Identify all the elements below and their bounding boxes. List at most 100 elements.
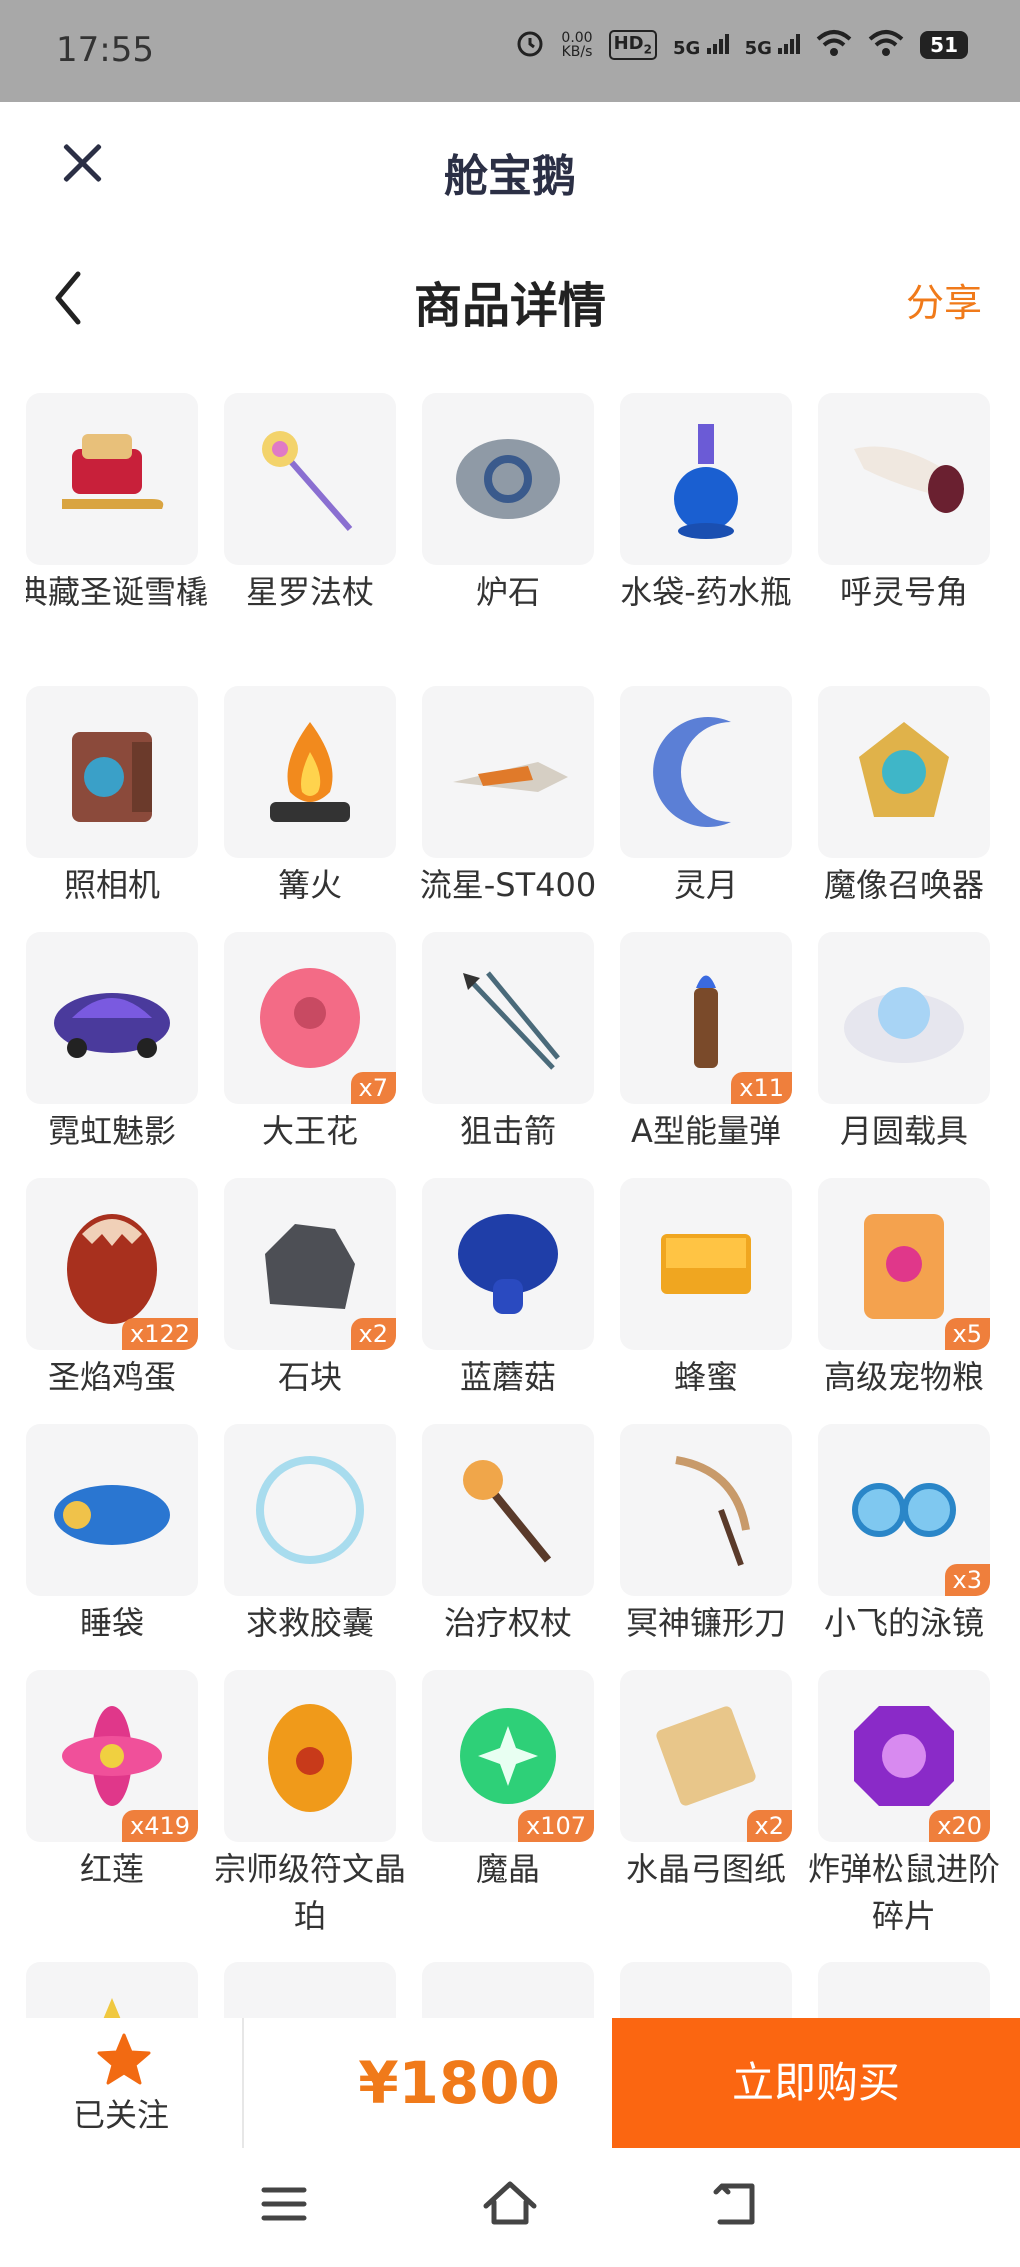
battery-indicator: 51 <box>920 31 968 59</box>
hd-sub: 2 <box>643 42 652 57</box>
home-icon[interactable] <box>480 2174 540 2234</box>
product-item[interactable] <box>818 1962 990 2018</box>
back-nav-icon[interactable] <box>706 2174 766 2234</box>
alarm-icon <box>515 28 545 62</box>
item-thumbnail <box>224 393 396 565</box>
share-button[interactable]: 分享 <box>906 272 982 327</box>
product-item[interactable]: 水袋-药水瓶 <box>620 393 792 616</box>
sleeping-bag-icon <box>54 1485 170 1545</box>
product-item[interactable]: 星罗法杖 <box>224 393 396 616</box>
product-item[interactable]: x11 A型能量弹 <box>620 932 792 1155</box>
item-thumbnail <box>26 932 198 1104</box>
product-item[interactable]: 求救胶囊 <box>224 1424 396 1647</box>
bullet-icon <box>694 975 718 1068</box>
signal-bars-icon <box>778 32 801 54</box>
product-item[interactable]: 魔像召唤器 <box>818 686 990 909</box>
star-icon <box>97 2033 151 2085</box>
follow-button[interactable]: 已关注 <box>0 2018 242 2148</box>
product-item[interactable] <box>422 1962 594 2018</box>
product-item[interactable] <box>620 1962 792 2018</box>
item-name: 星罗法杖 <box>245 573 374 611</box>
product-item[interactable]: x419 红莲 <box>26 1670 198 1893</box>
item-thumbnail <box>422 932 594 1104</box>
purple-gem-icon <box>854 1706 954 1806</box>
product-item[interactable]: x7 大王花 <box>224 932 396 1155</box>
item-name: 炉石 <box>475 573 540 611</box>
sim2-signal: 5G <box>745 32 801 59</box>
item-icon <box>438 1978 578 2018</box>
bottom-action-bar: 已关注 ¥1800 立即购买 <box>0 2018 1020 2148</box>
camera-icon <box>72 732 152 822</box>
sleigh-icon <box>62 434 164 509</box>
item-thumbnail <box>224 686 396 858</box>
product-item[interactable]: 篝火 <box>224 686 396 909</box>
product-item[interactable]: 灵月 <box>620 686 792 909</box>
item-thumbnail <box>26 686 198 858</box>
product-item[interactable]: x122 圣焰鸡蛋 <box>26 1178 198 1401</box>
product-item[interactable]: 月圆载具 <box>818 932 990 1155</box>
item-thumbnail <box>620 1424 792 1596</box>
item-name: 水袋-药水瓶 <box>620 573 792 611</box>
product-item[interactable] <box>26 1962 198 2018</box>
buy-now-button[interactable]: 立即购买 <box>612 2018 1020 2148</box>
quantity-badge: x2 <box>350 1318 396 1350</box>
product-item[interactable]: x2 水晶弓图纸 <box>620 1670 792 1893</box>
quantity-badge: x122 <box>121 1318 198 1350</box>
product-item[interactable]: 照相机 <box>26 686 198 909</box>
price: ¥1800 <box>358 2049 560 2117</box>
item-name: 篝火 <box>277 866 342 904</box>
menu-icon[interactable] <box>254 2174 314 2234</box>
product-item[interactable]: x2 石块 <box>224 1178 396 1401</box>
item-name: 狙击箭 <box>459 1112 556 1150</box>
net-speed-unit: KB/s <box>561 44 593 60</box>
product-item[interactable]: x107 魔晶 <box>422 1670 594 1893</box>
item-thumbnail: x419 <box>26 1670 198 1842</box>
pet-food-icon <box>864 1214 944 1319</box>
hearthstone-icon <box>456 439 560 519</box>
product-item[interactable]: 宗师级符文晶珀 <box>214 1670 406 1940</box>
item-thumbnail: x122 <box>26 1178 198 1350</box>
product-item[interactable]: 治疗权杖 <box>422 1424 594 1647</box>
scroll-icon <box>656 1706 756 1806</box>
product-item[interactable]: 狙击箭 <box>422 932 594 1155</box>
item-name: 典藏圣诞雪橇 <box>26 573 208 611</box>
flower-icon <box>260 968 360 1068</box>
product-item[interactable]: 蓝蘑菇 <box>422 1178 594 1401</box>
item-name: 蓝蘑菇 <box>459 1358 556 1396</box>
item-grid: 典藏圣诞雪橇 星罗法杖 炉石 水袋-药水瓶 呼灵号角照相机 篝火 流星-ST400 灵月 魔像召… <box>26 393 1006 2018</box>
pink-gem-icon <box>240 1978 380 2018</box>
product-item[interactable]: 呼灵号角 <box>818 393 990 616</box>
status-bar: 17:55 0.00 KB/s HD2 5G 5G 51 <box>0 0 1020 102</box>
product-item[interactable]: 冥神镰形刀 <box>620 1424 792 1647</box>
product-item[interactable]: 睡袋 <box>26 1424 198 1647</box>
staff-icon <box>262 431 353 531</box>
product-item[interactable]: x5 高级宠物粮 <box>818 1178 990 1401</box>
item-thumbnail <box>818 686 990 858</box>
vehicle-icon <box>54 993 170 1058</box>
page-header: 商品详情 分享 <box>0 232 1020 362</box>
product-item[interactable]: 炉石 <box>422 393 594 616</box>
rock-icon <box>265 1224 355 1309</box>
item-thumbnail: x3 <box>818 1424 990 1596</box>
amber-egg-icon <box>268 1704 352 1812</box>
product-item[interactable]: 蜂蜜 <box>620 1178 792 1401</box>
gold-shard-icon <box>103 1998 121 2018</box>
status-icons: 0.00 KB/s HD2 5G 5G 51 <box>515 28 968 62</box>
product-item[interactable]: x3 小飞的泳镜 <box>818 1424 990 1647</box>
product-item[interactable]: 流星-ST400 <box>420 686 596 909</box>
product-item[interactable]: x20 炸弹松鼠进阶碎片 <box>808 1670 1000 1940</box>
product-item[interactable]: 典藏圣诞雪橇 <box>26 393 208 616</box>
item-thumbnail: x5 <box>818 1178 990 1350</box>
item-name: 大王花 <box>261 1112 358 1150</box>
item-thumbnail <box>422 1962 594 2018</box>
net-speed: 0.00 KB/s <box>561 31 592 59</box>
item-thumbnail <box>224 1670 396 1842</box>
item-icon <box>834 1978 974 2018</box>
item-name: 月圆载具 <box>839 1112 968 1150</box>
mushroom-icon <box>458 1214 558 1314</box>
item-thumbnail: x20 <box>818 1670 990 1842</box>
wifi-icon <box>816 29 852 61</box>
product-item[interactable] <box>224 1962 396 2018</box>
follow-label: 已关注 <box>72 2096 169 2134</box>
product-item[interactable]: 霓虹魅影 <box>26 932 198 1155</box>
